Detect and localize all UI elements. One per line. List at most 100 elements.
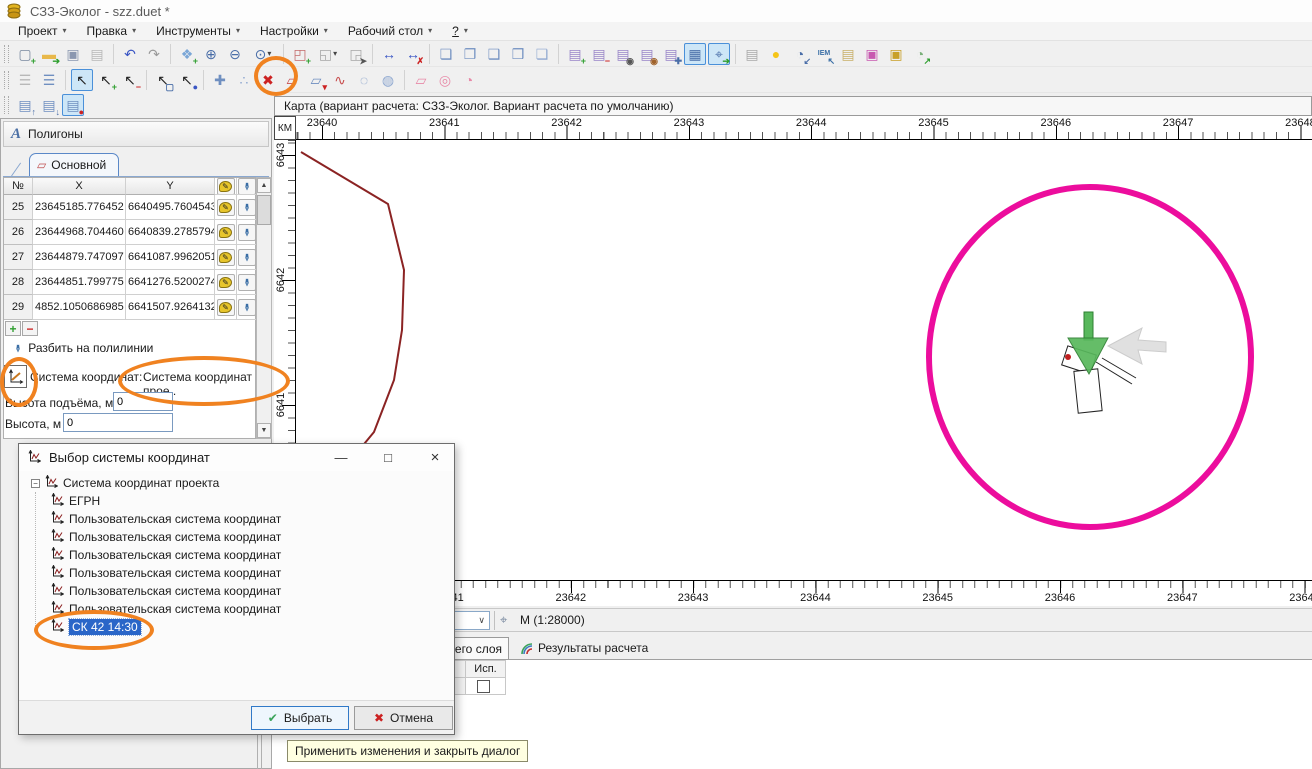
toolbar-grip[interactable] (4, 45, 9, 63)
shape-back-icon[interactable]: ❑ (483, 43, 505, 65)
tab-results[interactable]: Результаты расчета (512, 637, 656, 659)
scroll-thumb[interactable] (257, 195, 271, 225)
lift-height-input[interactable] (113, 392, 173, 411)
layers-icon[interactable]: ☰ (38, 69, 60, 91)
y-coordinate[interactable]: 6641276.5200274 (126, 270, 215, 295)
paste-shape-icon[interactable]: ❐ (459, 43, 481, 65)
shape-merge-icon[interactable]: ❏ (531, 43, 553, 65)
y-coordinate[interactable]: 6641507.9264132 (126, 295, 215, 320)
split-point-button[interactable]: ✒ (238, 199, 256, 216)
tree-item[interactable]: Пользовательская система координат (23, 528, 450, 546)
szz-ring-icon[interactable]: ◎ (434, 69, 456, 91)
tree-item[interactable]: −Система координат проекта (23, 474, 450, 492)
menu-item-проект[interactable]: Проект▾ (10, 23, 75, 40)
cancel-button[interactable]: ✖ Отмена (354, 706, 453, 730)
draw-circle-icon[interactable]: ◌ (353, 69, 375, 91)
table-row[interactable]: 294852.10506869856641507.9264132✎✒ (4, 295, 255, 320)
save-icon[interactable]: ▣ (62, 43, 84, 65)
node-visibility-icon[interactable]: ▤◉ (612, 43, 634, 65)
tree-collapse-toggle[interactable]: − (31, 479, 40, 488)
add-frame-icon[interactable]: ◰+ (289, 43, 311, 65)
column-header-y[interactable]: Y (126, 178, 215, 195)
table-row[interactable]: 2523645185.7764526640495.7604543✎✒ (4, 195, 255, 220)
light-bulb-icon[interactable]: ● (765, 43, 787, 65)
node-remove-icon[interactable]: ▤− (588, 43, 610, 65)
select-point-icon[interactable]: ↖● (176, 69, 198, 91)
add-point-button[interactable]: + (5, 321, 21, 336)
select-add-icon[interactable]: ↖+ (95, 69, 117, 91)
tree-item[interactable]: Пользовательская система координат (23, 564, 450, 582)
move-objects-icon[interactable]: ✚ (209, 69, 231, 91)
node-add-icon[interactable]: ▤+ (564, 43, 586, 65)
passport-icon[interactable]: ▤ (837, 43, 859, 65)
edit-point-button[interactable]: ✎ (217, 178, 235, 195)
table-scrollbar[interactable]: ▲ ▼ (256, 177, 272, 439)
panel-settings-icon[interactable]: ▤● (62, 94, 84, 116)
dock-top-icon[interactable]: ▤↑ (14, 94, 36, 116)
dock-bottom-icon[interactable]: ▤↓ (38, 94, 60, 116)
polygon-pin-icon[interactable]: ▱▾ (305, 69, 327, 91)
x-coordinate[interactable]: 4852.1050686985 (33, 295, 126, 320)
x-coordinate[interactable]: 23644879.747097 (33, 245, 126, 270)
measure-icon[interactable]: ↔ (378, 43, 400, 65)
remove-point-button[interactable]: − (22, 321, 38, 336)
zoom-select-mode-icon[interactable]: ⌖➔ (708, 43, 730, 65)
szz-polygon-icon[interactable]: ▱ (410, 69, 432, 91)
zoom-out-icon[interactable]: ⊖ (224, 43, 246, 65)
split-point-button[interactable]: ✒ (238, 178, 256, 195)
draw-polyline-icon[interactable]: ∿ (329, 69, 351, 91)
use-checkbox[interactable] (477, 680, 490, 693)
print-icon[interactable]: ▤ (86, 43, 108, 65)
select-cursor-icon[interactable]: ↖ (71, 69, 93, 91)
select-remove-icon[interactable]: ↖− (119, 69, 141, 91)
report-icon[interactable]: ▣ (885, 43, 907, 65)
tab-osnovnoy[interactable]: ▱ Основной (29, 153, 119, 176)
table-row[interactable]: 2723644879.7470976641087.9962051✎✒ (4, 245, 255, 270)
menu-item-правка[interactable]: Правка▾ (79, 23, 145, 40)
menu-item-?[interactable]: ?▾ (444, 23, 476, 40)
edit-point-button[interactable]: ✎ (217, 224, 235, 241)
pan-icon[interactable]: ❖+ (176, 43, 198, 65)
menu-item-настройки[interactable]: Настройки▾ (252, 23, 336, 40)
chart-import-icon[interactable]: ◔↙ (789, 43, 811, 65)
tree-item-selected-cs[interactable]: СК 42 14:30 (23, 618, 450, 636)
column-header-x[interactable]: X (33, 178, 126, 195)
delete-object-icon[interactable]: ✖ (257, 69, 279, 91)
table-row[interactable]: 2623644968.7044606640839.2785794✎✒ (4, 220, 255, 245)
open-folder-icon[interactable]: ▬➔ (38, 43, 60, 65)
frame-select-icon[interactable]: ◲➤ (345, 43, 367, 65)
split-point-button[interactable]: ✒ (238, 249, 256, 266)
scroll-up-button[interactable]: ▲ (257, 178, 271, 193)
split-point-button[interactable]: ✒ (238, 299, 256, 316)
node-move-icon[interactable]: ▤✚ (660, 43, 682, 65)
x-coordinate[interactable]: 23644968.704460 (33, 220, 126, 245)
split-point-button[interactable]: ✒ (238, 224, 256, 241)
ruler-mode-icon[interactable]: ▦ (684, 43, 706, 65)
new-document-icon[interactable]: ▢+ (14, 43, 36, 65)
toolbar-grip[interactable] (4, 96, 9, 114)
zoom-history-icon[interactable]: ⊙▾ (248, 43, 278, 65)
frame-options-icon[interactable]: ◱▾ (313, 43, 343, 65)
menu-item-инструменты[interactable]: Инструменты▾ (148, 23, 248, 40)
table-row[interactable]: 2823644851.7997756641276.5200274✎✒ (4, 270, 255, 295)
column-header-num[interactable]: № (4, 178, 33, 195)
x-coordinate[interactable]: 23644851.799775 (33, 270, 126, 295)
tree-item[interactable]: ЕГРН (23, 492, 450, 510)
map-legend-icon[interactable]: ▣ (861, 43, 883, 65)
split-to-polylines-link[interactable]: ✒ Разбить на полилинии (13, 341, 153, 355)
close-button[interactable]: × (418, 444, 452, 470)
tree-item[interactable]: Пользовательская система координат (23, 510, 450, 528)
edit-point-button[interactable]: ✎ (217, 299, 235, 316)
tree-item[interactable]: Пользовательская система координат (23, 546, 450, 564)
menu-item-рабочий-стол[interactable]: Рабочий стол▾ (340, 23, 440, 40)
x-coordinate[interactable]: 23645185.776452 (33, 195, 126, 220)
edit-point-button[interactable]: ✎ (217, 274, 235, 291)
zoom-in-icon[interactable]: ⊕ (200, 43, 222, 65)
measure-clear-icon[interactable]: ↔✗ (402, 43, 424, 65)
chart-export-icon[interactable]: ◔↗ (909, 43, 931, 65)
edit-nodes-icon[interactable]: ∴ (233, 69, 255, 91)
scroll-down-button[interactable]: ▼ (257, 423, 271, 438)
select-object-icon[interactable]: ↖▢ (152, 69, 174, 91)
edit-point-button[interactable]: ✎ (217, 199, 235, 216)
layers-flatten-icon[interactable]: ☰ (14, 69, 36, 91)
